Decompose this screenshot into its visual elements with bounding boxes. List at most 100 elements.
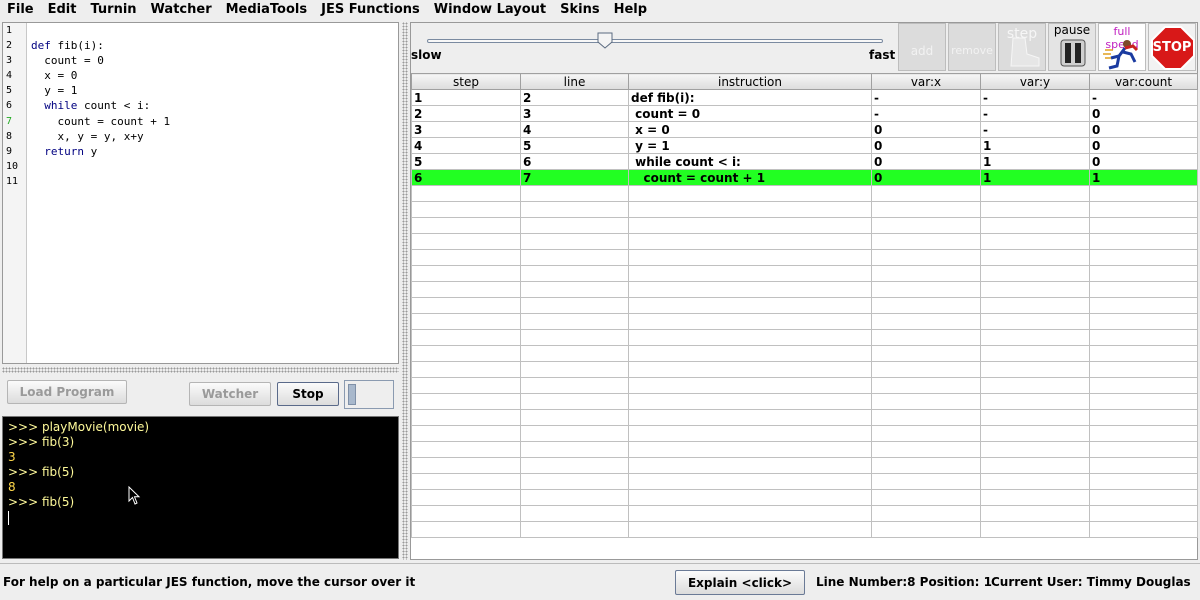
stop-sign-label: STOP bbox=[1152, 40, 1192, 55]
table-row[interactable]: 45 y = 1010 bbox=[411, 137, 1198, 154]
line-number: 4 bbox=[6, 70, 13, 82]
table-cell: - bbox=[980, 105, 1090, 122]
menu-jes-functions[interactable]: JES Functions bbox=[314, 0, 427, 20]
pause-icon bbox=[1060, 39, 1086, 67]
table-row[interactable]: 67 count = count + 1011 bbox=[411, 169, 1198, 186]
table-cell: 3 bbox=[411, 121, 521, 138]
watcher-toggle[interactable] bbox=[344, 380, 394, 409]
explain-button[interactable]: Explain <click> bbox=[675, 570, 805, 595]
line-number: 1 bbox=[6, 25, 13, 36]
table-cell: count = 0 bbox=[628, 105, 872, 122]
menu-mediatools[interactable]: MediaTools bbox=[219, 0, 315, 20]
code-line: x, y = y, x+y bbox=[31, 129, 144, 143]
slow-label: slow bbox=[411, 48, 442, 62]
step-label: step bbox=[1006, 26, 1038, 42]
stop-button[interactable]: Stop bbox=[277, 382, 339, 406]
table-cell: 3 bbox=[520, 105, 629, 122]
vertical-splitter[interactable] bbox=[402, 22, 408, 560]
table-row[interactable]: 23 count = 0--0 bbox=[411, 105, 1198, 122]
table-cell: 5 bbox=[520, 137, 629, 154]
pause-button[interactable]: pause bbox=[1048, 23, 1096, 71]
watcher-button[interactable]: Watcher bbox=[189, 382, 271, 406]
line-number: 7 bbox=[6, 115, 13, 127]
console-line: 3 bbox=[8, 450, 16, 464]
table-cell: def fib(i): bbox=[628, 89, 872, 106]
speed-slider-track[interactable] bbox=[427, 39, 883, 43]
table-cell: 0 bbox=[871, 153, 981, 170]
line-number-gutter: 1 2 3 4 5 6 7 8 9 10 11 bbox=[3, 23, 27, 363]
column-header-instruction[interactable]: instruction bbox=[628, 73, 872, 90]
toggle-knob bbox=[348, 384, 356, 405]
line-number: 8 bbox=[6, 130, 13, 142]
table-cell: 0 bbox=[871, 169, 981, 186]
table-row[interactable]: 56 while count < i: 0 1 0 bbox=[411, 153, 1198, 170]
table-cell: 0 bbox=[1089, 137, 1198, 154]
table-row[interactable]: 34 x = 00-0 bbox=[411, 121, 1198, 138]
console-line: 8 bbox=[8, 480, 16, 494]
menu-edit[interactable]: Edit bbox=[41, 0, 84, 20]
menu-watcher[interactable]: Watcher bbox=[144, 0, 219, 20]
code-line: count = count + 1 bbox=[31, 114, 171, 128]
table-cell: x = 0 bbox=[628, 121, 872, 138]
menu-turnin[interactable]: Turnin bbox=[83, 0, 143, 20]
line-position-status: Line Number:8 Position: 1 bbox=[816, 575, 992, 589]
table-cell: 5 bbox=[411, 153, 521, 170]
menu-help[interactable]: Help bbox=[607, 0, 654, 20]
step-button[interactable]: step bbox=[998, 23, 1046, 71]
text-caret bbox=[8, 510, 9, 525]
console-line: >>> fib(3) bbox=[8, 435, 75, 449]
menu-window-layout[interactable]: Window Layout bbox=[427, 0, 553, 20]
column-header-var-x[interactable]: var:x bbox=[871, 73, 981, 90]
trace-table-container[interactable]: step line instruction var:x var:y var:count 1… bbox=[411, 73, 1198, 559]
add-label: add bbox=[910, 44, 934, 58]
column-header-var-y[interactable]: var:y bbox=[980, 73, 1090, 90]
line-number: 11 bbox=[6, 175, 19, 187]
menu-skins[interactable]: Skins bbox=[553, 0, 606, 20]
table-cell: 0 bbox=[871, 121, 981, 138]
line-number: 5 bbox=[6, 85, 13, 97]
table-cell: 1 bbox=[411, 89, 521, 106]
code-line: while count < i: bbox=[44, 99, 151, 113]
status-bar: For help on a particular JES function, m… bbox=[0, 563, 1200, 600]
menu-file[interactable]: File bbox=[0, 0, 41, 20]
table-cell: 1 bbox=[1089, 169, 1198, 186]
code-line: return y bbox=[44, 144, 98, 158]
code-line: count = 0 bbox=[31, 54, 104, 68]
stop-sign-button[interactable]: STOP bbox=[1148, 23, 1196, 71]
table-cell: 0 bbox=[1089, 121, 1198, 138]
table-cell: - bbox=[871, 89, 981, 106]
table-cell: 1 bbox=[980, 153, 1090, 170]
fast-label: fast bbox=[869, 48, 896, 62]
table-cell: - bbox=[980, 121, 1090, 138]
table-cell: while count < i: bbox=[628, 153, 872, 170]
code-editor[interactable]: 1 2 3 4 5 6 7 8 9 10 11 def fib(i): count = 0 x = … bbox=[2, 22, 399, 364]
full-speed-button[interactable]: full speed bbox=[1098, 23, 1146, 71]
console-line: >>> fib(5) bbox=[8, 465, 75, 479]
table-cell: 1 bbox=[980, 169, 1090, 186]
code-line: x = 0 bbox=[31, 69, 78, 83]
command-console[interactable]: >>> playMovie(movie) >>> fib(3) 3 >>> fib(5… bbox=[2, 416, 399, 559]
code-area[interactable]: def fib(i): count = 0 x = 0 y = 1 while … bbox=[31, 23, 398, 363]
table-cell: - bbox=[980, 89, 1090, 106]
table-cell: 4 bbox=[520, 121, 629, 138]
table-cell: 6 bbox=[520, 153, 629, 170]
console-input-line[interactable] bbox=[8, 510, 398, 525]
line-number: 10 bbox=[6, 160, 19, 172]
table-cell: - bbox=[871, 105, 981, 122]
column-header-step[interactable]: step bbox=[411, 73, 521, 90]
column-header-var-count[interactable]: var:count bbox=[1089, 73, 1198, 90]
speed-slider-thumb[interactable] bbox=[597, 32, 613, 49]
horizontal-splitter[interactable] bbox=[2, 367, 399, 373]
menu-bar: File Edit Turnin Watcher MediaTools JES Funct… bbox=[0, 0, 1200, 20]
remove-watch-button[interactable]: remove bbox=[948, 23, 996, 71]
table-cell: 6 bbox=[411, 169, 521, 186]
current-user-status: Current User: Timmy Douglas bbox=[991, 575, 1191, 589]
table-cell: 1 bbox=[980, 137, 1090, 154]
table-row[interactable]: 1 2 def fib(i): - - - bbox=[411, 89, 1198, 106]
code-line: def fib(i): bbox=[31, 39, 104, 53]
add-watch-button[interactable]: add bbox=[898, 23, 946, 71]
column-header-line[interactable]: line bbox=[520, 73, 629, 90]
console-line: >>> playMovie(movie) bbox=[8, 420, 150, 434]
load-program-button[interactable]: Load Program bbox=[7, 380, 127, 404]
